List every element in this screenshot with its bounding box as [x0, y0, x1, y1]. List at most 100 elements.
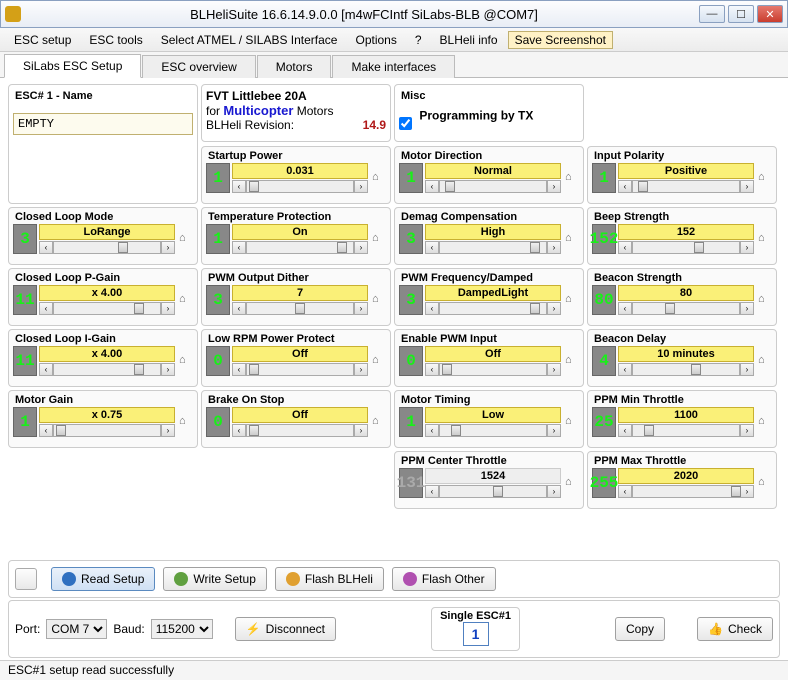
link-icon[interactable]: ⌂: [758, 415, 772, 429]
link-icon[interactable]: ⌂: [179, 415, 193, 429]
param-ppm-max-throttle: PPM Max Throttle2552020‹›⌂: [587, 451, 777, 509]
link-icon[interactable]: ⌂: [372, 415, 386, 429]
param-temp-protection: Temperature Protection1On‹›⌂: [201, 207, 391, 265]
slider-ppm-min-throttle[interactable]: ‹›: [618, 424, 754, 437]
empty-cell: [201, 451, 391, 509]
slider-pwm-freq[interactable]: ‹›: [425, 302, 561, 315]
link-icon[interactable]: ⌂: [758, 232, 772, 246]
flash-other-button[interactable]: Flash Other: [392, 567, 496, 591]
link-icon[interactable]: ⌂: [372, 293, 386, 307]
link-icon[interactable]: ⌂: [372, 232, 386, 246]
link-icon[interactable]: ⌂: [565, 293, 579, 307]
param-beacon-strength: Beacon Strength8080‹›⌂: [587, 268, 777, 326]
misc-panel: Misc Programming by TX: [394, 84, 584, 142]
flash-icon: [286, 572, 300, 586]
param-closed-loop-p: Closed Loop P-Gain11x 4.00‹›⌂: [8, 268, 198, 326]
slider-beep-strength[interactable]: ‹›: [618, 241, 754, 254]
slider-ppm-max-throttle[interactable]: ‹›: [618, 485, 754, 498]
link-icon[interactable]: ⌂: [565, 415, 579, 429]
param-low-rpm-protect: Low RPM Power Protect0Off‹›⌂: [201, 329, 391, 387]
tab-strip: SiLabs ESC Setup ESC overview Motors Mak…: [0, 52, 788, 78]
refresh-icon: [62, 572, 76, 586]
slider-pwm-dither[interactable]: ‹›: [232, 302, 368, 315]
slider-motor-timing[interactable]: ‹›: [425, 424, 561, 437]
slider-beacon-strength[interactable]: ‹›: [618, 302, 754, 315]
slider-closed-loop-mode[interactable]: ‹›: [39, 241, 175, 254]
close-button[interactable]: ✕: [757, 5, 783, 23]
slider-demag-comp[interactable]: ‹›: [425, 241, 561, 254]
maximize-button[interactable]: ☐: [728, 5, 754, 23]
link-icon[interactable]: ⌂: [758, 354, 772, 368]
tab-make-interfaces[interactable]: Make interfaces: [332, 55, 455, 78]
slider-motor-gain[interactable]: ‹›: [39, 424, 175, 437]
link-icon[interactable]: ⌂: [758, 293, 772, 307]
baud-select[interactable]: 115200: [151, 619, 213, 639]
slider-brake-on-stop[interactable]: ‹›: [232, 424, 368, 437]
param-demag-comp: Demag Compensation3High‹›⌂: [394, 207, 584, 265]
flash-icon: [403, 572, 417, 586]
link-icon[interactable]: ⌂: [179, 232, 193, 246]
esc-rev-value: 14.9: [363, 118, 386, 132]
link-icon[interactable]: ⌂: [758, 476, 772, 490]
programming-by-tx-checkbox[interactable]: [399, 117, 412, 130]
menu-save-screenshot[interactable]: Save Screenshot: [508, 31, 613, 49]
param-ppm-center-throttle: PPM Center Throttle1311524‹›⌂: [394, 451, 584, 509]
param-ppm-min-throttle: PPM Min Throttle251100‹›⌂: [587, 390, 777, 448]
num-startup-power: 1: [206, 163, 230, 193]
link-icon[interactable]: ⌂: [565, 354, 579, 368]
single-esc-number[interactable]: 1: [463, 622, 489, 646]
menu-select-interface[interactable]: Select ATMEL / SILABS Interface: [153, 31, 346, 49]
param-startup-power: Startup Power10.031‹›⌂: [201, 146, 391, 204]
check-button[interactable]: 👍Check: [697, 617, 773, 641]
read-setup-button[interactable]: Read Setup: [51, 567, 155, 591]
link-icon[interactable]: ⌂: [372, 171, 386, 185]
slider-temp-protection[interactable]: ‹›: [232, 241, 368, 254]
tab-silabs-setup[interactable]: SiLabs ESC Setup: [4, 54, 141, 78]
flash-blheli-button[interactable]: Flash BLHeli: [275, 567, 384, 591]
tab-motors[interactable]: Motors: [257, 55, 332, 78]
slider-input-polarity[interactable]: ‹›: [618, 180, 754, 193]
param-beacon-delay: Beacon Delay410 minutes‹›⌂: [587, 329, 777, 387]
link-icon[interactable]: ⌂: [758, 171, 772, 185]
slider-startup-power[interactable]: ‹›: [232, 180, 368, 193]
menu-esc-tools[interactable]: ESC tools: [81, 31, 150, 49]
minimize-button[interactable]: —: [699, 5, 725, 23]
menu-options[interactable]: Options: [347, 31, 404, 49]
menu-blheli-info[interactable]: BLHeli info: [432, 31, 506, 49]
slider-closed-loop-p[interactable]: ‹›: [39, 302, 175, 315]
single-esc-group: Single ESC#1 1: [431, 607, 520, 651]
slider-closed-loop-i[interactable]: ‹›: [39, 363, 175, 376]
action-toolbar: Read Setup Write Setup Flash BLHeli Flas…: [8, 560, 780, 598]
link-icon[interactable]: ⌂: [372, 354, 386, 368]
slider-motor-direction[interactable]: ‹›: [425, 180, 561, 193]
slider-beacon-delay[interactable]: ‹›: [618, 363, 754, 376]
write-setup-button[interactable]: Write Setup: [163, 567, 266, 591]
link-icon[interactable]: ⌂: [565, 232, 579, 246]
slider-enable-pwm-input[interactable]: ‹›: [425, 363, 561, 376]
menu-esc-setup[interactable]: ESC setup: [6, 31, 79, 49]
toggle-button[interactable]: [15, 568, 37, 590]
port-select[interactable]: COM 7: [46, 619, 107, 639]
esc-rev-label: BLHeli Revision:: [206, 118, 294, 132]
window-title: BLHeliSuite 16.6.14.9.0.0 [m4wFCIntf SiL…: [29, 7, 699, 22]
single-esc-label: Single ESC#1: [440, 610, 511, 622]
copy-button[interactable]: Copy: [615, 617, 665, 641]
link-icon[interactable]: ⌂: [179, 293, 193, 307]
esc-name-input[interactable]: [13, 113, 193, 135]
slider-ppm-center-throttle[interactable]: ‹›: [425, 485, 561, 498]
param-beep-strength: Beep Strength152152‹›⌂: [587, 207, 777, 265]
val-startup-power: 0.031: [232, 163, 368, 179]
link-icon[interactable]: ⌂: [565, 476, 579, 490]
tab-esc-overview[interactable]: ESC overview: [142, 55, 255, 78]
slider-low-rpm-protect[interactable]: ‹›: [232, 363, 368, 376]
param-input-polarity: Input Polarity1Positive‹›⌂: [587, 146, 777, 204]
app-icon: [5, 6, 21, 22]
param-pwm-freq: PWM Frequency/Damped3DampedLight‹›⌂: [394, 268, 584, 326]
esc-info-motors: Motors: [297, 104, 334, 118]
esc-info-for: for: [206, 104, 220, 118]
disconnect-button[interactable]: ⚡Disconnect: [235, 617, 336, 641]
thumb-icon: 👍: [708, 622, 723, 636]
link-icon[interactable]: ⌂: [565, 171, 579, 185]
menu-help[interactable]: ?: [407, 31, 430, 49]
link-icon[interactable]: ⌂: [179, 354, 193, 368]
